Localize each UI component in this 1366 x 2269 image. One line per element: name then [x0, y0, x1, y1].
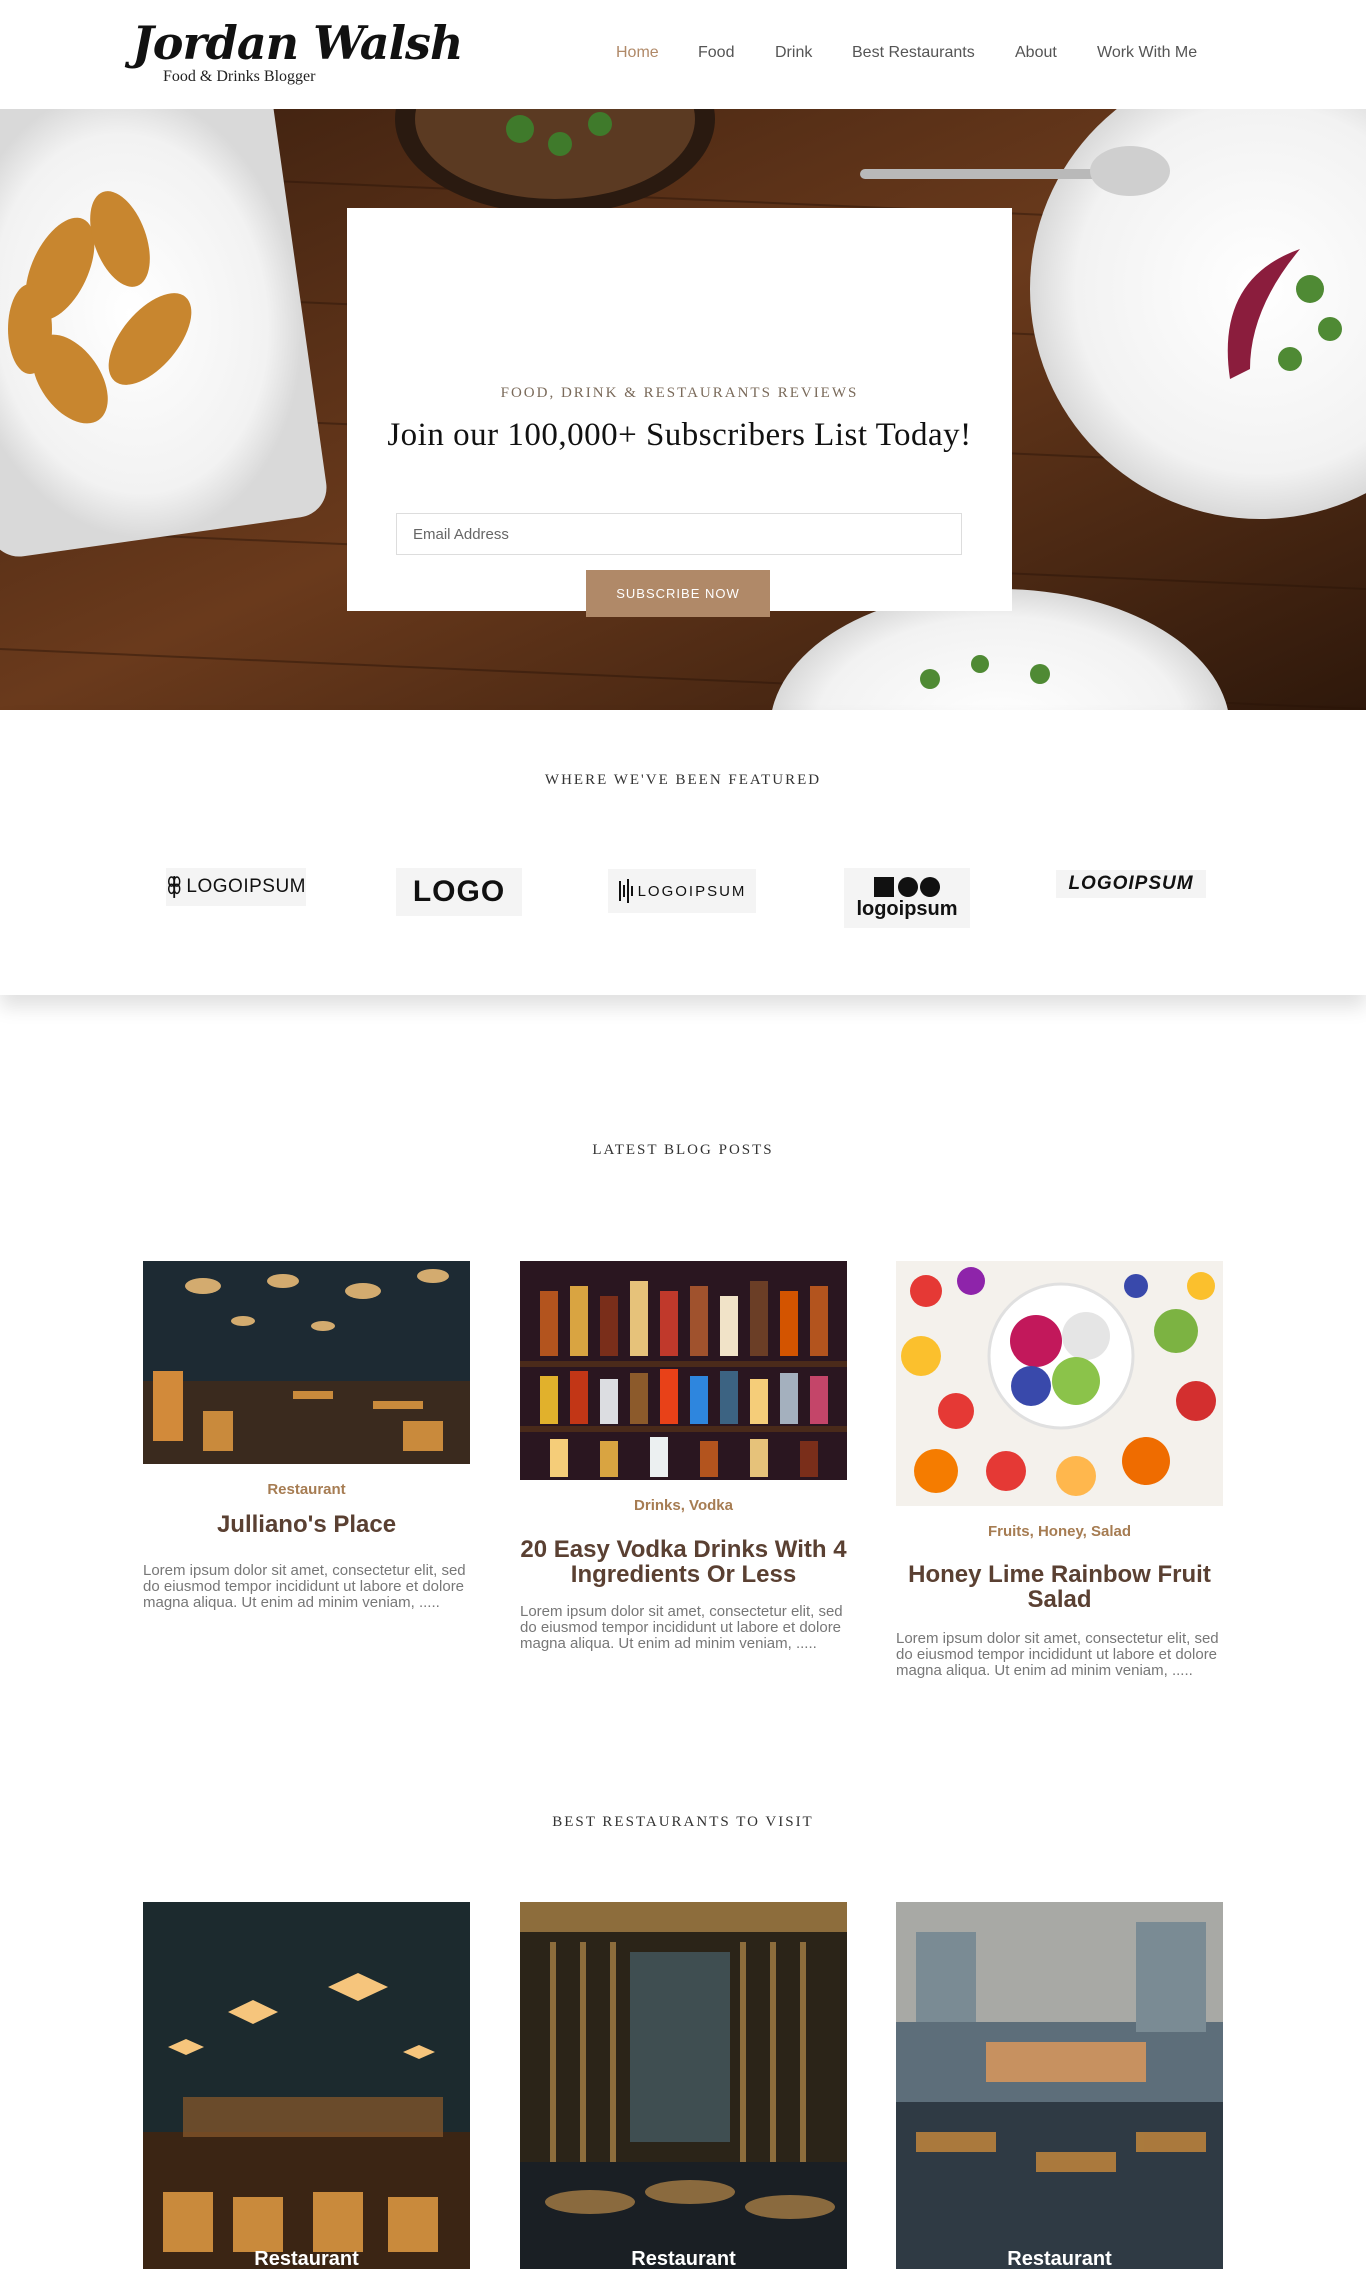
restaurant-label[interactable]: Restaurant — [143, 2248, 470, 2269]
main-nav: Home Food Drink Best Restaurants About W… — [0, 44, 1366, 66]
shapes-icon — [874, 876, 940, 897]
featured-logo-1-text: LOGOIPSUM — [186, 876, 306, 897]
nav-about[interactable]: About — [1015, 44, 1057, 62]
restaurant-image[interactable] — [143, 1902, 470, 2269]
restaurant-card[interactable]: Restaurant — [143, 1902, 470, 2269]
wheat-icon — [168, 876, 181, 898]
subscribe-kicker: FOOD, DRINK & RESTAURANTS REVIEWS — [500, 385, 859, 401]
nav-drink[interactable]: Drink — [775, 44, 812, 62]
featured-logo-2-text: LOGO — [412, 875, 506, 908]
restaurant-label[interactable]: Restaurant — [520, 2248, 847, 2269]
site-header: Jordan Walsh Food & Drinks Blogger Home … — [0, 0, 1366, 109]
featured-logo-4-text: logoipsum — [856, 897, 958, 920]
featured-logo-5-text: LOGOIPSUM — [1068, 873, 1194, 894]
featured-section: WHERE WE'VE BEEN FEATURED LOGOIPSUM LOGO… — [0, 710, 1366, 995]
featured-logo-2: LOGO — [396, 868, 522, 916]
subscribe-title: Join our 100,000+ Subscribers List Today… — [387, 417, 972, 453]
email-input[interactable] — [396, 513, 962, 555]
blog-post-title[interactable]: Honey Lime Rainbow Fruit Salad — [896, 1562, 1223, 1612]
featured-logo-3-text: LOGOIPSUM — [637, 882, 747, 900]
restaurant-card[interactable]: Restaurant — [520, 1902, 847, 2269]
blog-post-category[interactable]: Fruits, Honey, Salad — [896, 1523, 1223, 1540]
blog-post-card[interactable]: Restaurant Julliano's Place Lorem ipsum … — [143, 1261, 470, 1641]
restaurant-image[interactable] — [520, 1902, 847, 2269]
blog-post-excerpt: Lorem ipsum dolor sit amet, consectetur … — [520, 1603, 843, 1652]
logo-tagline: Food & Drinks Blogger — [163, 68, 316, 85]
restaurant-label[interactable]: Restaurant — [896, 2248, 1223, 2269]
subscribe-button[interactable]: SUBSCRIBE NOW — [586, 570, 770, 617]
featured-heading: WHERE WE'VE BEEN FEATURED — [544, 772, 822, 788]
blog-post-category[interactable]: Restaurant — [143, 1481, 470, 1498]
blog-heading: LATEST BLOG POSTS — [592, 1142, 774, 1158]
restaurant-image[interactable] — [896, 1902, 1223, 2269]
blog-post-image[interactable] — [520, 1261, 847, 1480]
blog-post-image[interactable] — [896, 1261, 1223, 1506]
blog-post-excerpt: Lorem ipsum dolor sit amet, consectetur … — [143, 1562, 466, 1611]
blog-post-card[interactable]: Fruits, Honey, Salad Honey Lime Rainbow … — [896, 1261, 1223, 1701]
soundwave-icon — [618, 879, 633, 903]
blog-post-excerpt: Lorem ipsum dolor sit amet, consectetur … — [896, 1630, 1219, 1679]
blog-post-title[interactable]: 20 Easy Vodka Drinks With 4 Ingredients … — [520, 1537, 847, 1587]
featured-logo-5: LOGOIPSUM — [1056, 870, 1206, 898]
restaurant-card[interactable]: Restaurant — [896, 1902, 1223, 2269]
featured-logo-4: logoipsum — [844, 868, 970, 928]
nav-home[interactable]: Home — [616, 44, 659, 62]
featured-logo-3: LOGOIPSUM — [608, 869, 756, 913]
subscribe-box: FOOD, DRINK & RESTAURANTS REVIEWS Join o… — [347, 208, 1012, 617]
blog-post-image[interactable] — [143, 1261, 470, 1464]
hero-section: FOOD, DRINK & RESTAURANTS REVIEWS Join o… — [0, 109, 1366, 710]
restaurants-heading: BEST RESTAURANTS TO VISIT — [552, 1814, 814, 1830]
blog-post-title[interactable]: Julliano's Place — [143, 1512, 470, 1537]
blog-post-category[interactable]: Drinks, Vodka — [520, 1497, 847, 1514]
featured-logo-1: LOGOIPSUM — [166, 868, 306, 906]
nav-food[interactable]: Food — [698, 44, 734, 62]
nav-work-with-me[interactable]: Work With Me — [1097, 44, 1197, 62]
blog-post-card[interactable]: Drinks, Vodka 20 Easy Vodka Drinks With … — [520, 1261, 847, 1681]
nav-best-restaurants[interactable]: Best Restaurants — [852, 44, 975, 62]
